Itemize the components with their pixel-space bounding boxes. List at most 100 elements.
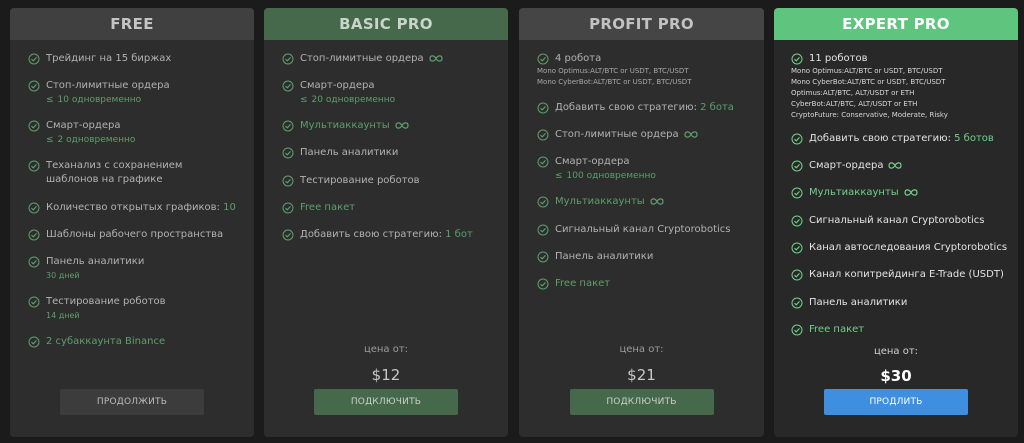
check-circle-icon — [28, 202, 40, 214]
less-equal-icon: ≤ — [46, 135, 54, 145]
plan-card-free: FREE Трейдинг на 15 биржах Стоп-лимитные… — [10, 8, 254, 437]
feature-item: Добавить свою стратегию: 1 бот — [282, 228, 502, 242]
infinity-icon — [887, 161, 903, 170]
feature-text: Мультиаккаунты — [555, 196, 645, 207]
feature-text: Канал автоследования Cryptorobotics — [809, 242, 1008, 253]
check-circle-icon — [791, 187, 803, 199]
feature-text: Стоп-лимитные ордера — [300, 53, 424, 64]
plan-title: FREE — [10, 8, 254, 40]
feature-item: Тестирование роботов 14 дней — [28, 295, 248, 322]
price-value: $30 — [880, 367, 912, 385]
check-circle-icon — [791, 215, 803, 227]
infinity-icon — [683, 130, 699, 139]
plan-card-expert-pro: EXPERT PRO 11 роботов Mono Optimus:ALT/B… — [774, 8, 1018, 437]
check-circle-icon — [537, 129, 549, 141]
feature-text: Добавить свою стратегию: — [300, 229, 442, 240]
feature-value: 10 — [223, 202, 236, 213]
feature-text: Добавить свою стратегию: — [809, 133, 951, 144]
infinity-icon — [903, 188, 919, 197]
check-circle-icon — [791, 324, 803, 336]
feature-limit: 2 одновременно — [57, 135, 136, 145]
feature-text: Добавить свою стратегию: — [555, 102, 697, 113]
feature-text: 11 роботов — [809, 53, 868, 64]
check-circle-icon — [537, 156, 549, 168]
check-circle-icon — [28, 120, 40, 132]
robot-detail-line: CyberBot:ALT/BTC, ALT/USDT or ETH — [791, 100, 918, 108]
check-circle-icon — [791, 297, 803, 309]
price-label: цена от: — [873, 346, 919, 357]
feature-text: Панель аналитики — [555, 251, 654, 262]
feature-limit: 100 одновременно — [566, 171, 656, 181]
less-equal-icon: ≤ — [46, 95, 54, 105]
check-circle-icon — [282, 175, 294, 187]
feature-value: 5 ботов — [954, 133, 994, 144]
check-circle-icon — [282, 147, 294, 159]
check-circle-icon — [791, 160, 803, 172]
feature-item: Мультиаккаунты — [537, 195, 758, 209]
check-circle-icon — [28, 53, 40, 65]
feature-text: Мультиаккаунты — [809, 187, 899, 198]
plan-title: BASIC PRO — [264, 8, 508, 40]
feature-item: Количество открытых графиков: 10 — [28, 201, 248, 215]
feature-item: Панель аналитики — [791, 296, 1012, 310]
infinity-icon — [394, 121, 410, 130]
check-circle-icon — [28, 80, 40, 92]
feature-item: Сигнальный канал Cryptorobotics — [537, 223, 758, 237]
less-equal-icon: ≤ — [300, 95, 308, 105]
feature-item: Шаблоны рабочего пространства — [28, 228, 248, 242]
robot-detail-line: Optimus:ALT/BTC, ALT/USDT or ETH — [791, 89, 915, 97]
feature-item: 2 субаккаунта Binance — [28, 335, 248, 349]
check-circle-icon — [282, 120, 294, 132]
check-circle-icon — [791, 133, 803, 145]
check-circle-icon — [282, 53, 294, 65]
feature-item: Панель аналитики 30 дней — [28, 255, 248, 282]
extend-button[interactable]: ПРОДЛИТЬ — [824, 389, 968, 415]
infinity-icon — [649, 197, 665, 206]
feature-text: 2 субаккаунта Binance — [46, 336, 166, 347]
infinity-icon — [428, 54, 444, 63]
feature-text: Панель аналитики — [300, 147, 399, 158]
feature-item: 4 робота — [537, 52, 758, 66]
feature-item: Стоп-лимитные ордера — [282, 52, 502, 66]
price-value: $21 — [627, 366, 656, 384]
feature-item: Free пакет — [791, 323, 1012, 337]
feature-limit: 10 одновременно — [57, 95, 142, 105]
feature-item: Трейдинг на 15 биржах — [28, 52, 248, 66]
plan-title: EXPERT PRO — [774, 8, 1018, 40]
feature-text: Панель аналитики — [809, 297, 908, 308]
robot-detail-line: Mono Optimus:ALT/BTC or USDT, BTC/USDT — [791, 67, 943, 75]
feature-item: Смарт-ордера ≤20 одновременно — [282, 79, 502, 106]
feature-text: Сигнальный канал Cryptorobotics — [555, 224, 731, 235]
feature-item: Тестирование роботов — [282, 174, 502, 188]
feature-item: Сигнальный канал Cryptorobotics — [791, 214, 1012, 228]
continue-button[interactable]: ПРОДОЛЖИТЬ — [60, 389, 204, 415]
feature-text: Шаблоны рабочего пространства — [46, 229, 224, 240]
connect-button[interactable]: ПОДКЛЮЧИТЬ — [569, 389, 714, 415]
feature-text: Мультиаккаунты — [300, 120, 390, 131]
feature-item: Добавить свою стратегию: 2 бота — [537, 101, 758, 115]
check-circle-icon — [28, 229, 40, 241]
feature-text: Стоп-лимитные ордера — [555, 129, 679, 140]
price-label: цена от: — [619, 344, 664, 355]
check-circle-icon — [537, 196, 549, 208]
plan-card-basic-pro: BASIC PRO Стоп-лимитные ордера Смарт-орд… — [264, 8, 508, 437]
feature-item: Мультиаккаунты — [791, 186, 1012, 200]
check-circle-icon — [791, 53, 803, 65]
feature-item: Free пакет — [282, 201, 502, 215]
feature-item: Стоп-лимитные ордера — [537, 128, 758, 142]
feature-item: Канал копитрейдинга E-Trade (USDT) — [791, 268, 1012, 282]
check-circle-icon — [282, 229, 294, 241]
feature-text: Теханализ с сохранением шаблонов на граф… — [46, 160, 183, 185]
feature-limit: 20 одновременно — [311, 95, 396, 105]
feature-text: Тестирование роботов — [46, 296, 166, 307]
connect-button[interactable]: ПОДКЛЮЧИТЬ — [314, 389, 458, 415]
feature-text: 4 робота — [555, 53, 602, 64]
feature-note: 14 дней — [46, 311, 80, 320]
robot-detail-line: Mono CyberBot:ALT/BTC or USDT, BTC/USDT — [791, 78, 946, 86]
feature-text: Количество открытых графиков: — [46, 202, 220, 213]
check-circle-icon — [28, 336, 40, 348]
robot-detail-line: CryptoFuture: Conservative, Moderate, Ri… — [791, 111, 948, 119]
check-circle-icon — [282, 202, 294, 214]
robot-detail-line: Mono CyberBot:ALT/BTC or USDT, BTC/USDT — [537, 78, 692, 86]
check-circle-icon — [28, 256, 40, 268]
